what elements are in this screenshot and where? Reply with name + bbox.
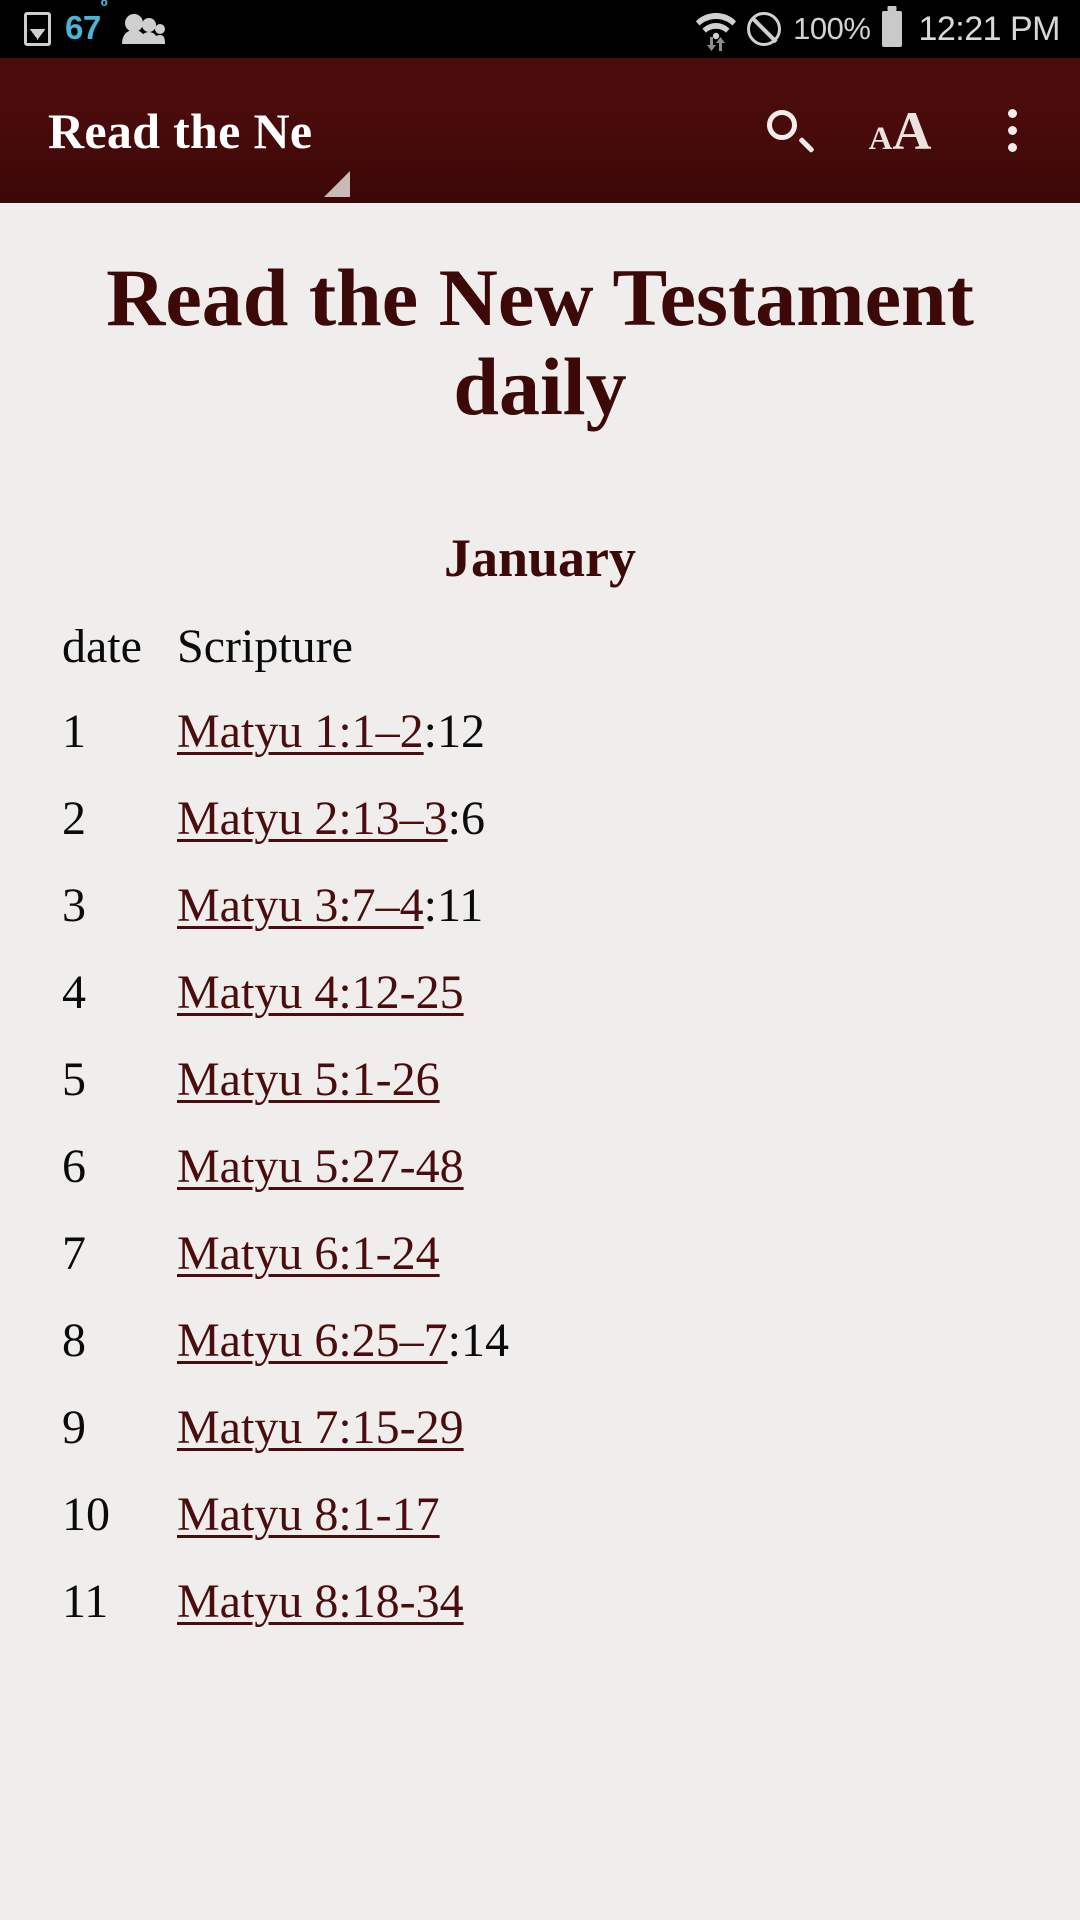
column-header-scripture: Scripture (177, 619, 353, 673)
table-row: 6 Matyu 5:27-48 (62, 1139, 509, 1226)
scripture-tail: :12 (423, 704, 485, 758)
scripture-link[interactable]: Matyu 5:27-48 (177, 1140, 464, 1193)
table-row: 10 Matyu 8:1-17 (62, 1487, 509, 1574)
table-row: 2 Matyu 2:13–3:6 (62, 791, 509, 878)
table-row: 4 Matyu 4:12-25 (62, 965, 509, 1052)
text-size-icon: AA (869, 104, 932, 158)
scripture-link[interactable]: Matyu 3:7–4 (177, 879, 424, 932)
table-row: 11 Matyu 8:18-34 (62, 1574, 509, 1661)
text-size-small-a: A (868, 120, 893, 157)
table-body: 1 Matyu 1:1–2:12 2 Matyu 2:13–3:6 3 Matyu 3:7… (62, 704, 509, 1661)
cell-date: 5 (62, 1052, 86, 1106)
search-button[interactable] (756, 99, 820, 163)
reading-schedule-table: date Scripture 1 Matyu 1:1–2:12 2 Matyu 2:1… (62, 619, 509, 1661)
cell-scripture: Matyu 4:12-25 (177, 965, 509, 1052)
search-icon (765, 108, 811, 154)
table-row: 9 Matyu 7:15-29 (62, 1400, 509, 1487)
page-title: Read the New Testament daily (106, 252, 974, 433)
cell-scripture: Matyu 6:1-24 (177, 1226, 509, 1313)
page-content: Read the New Testament daily January dat… (0, 203, 1080, 1920)
cell-date: 10 (62, 1487, 110, 1541)
text-size-button[interactable]: AA (868, 99, 932, 163)
cell-scripture: Matyu 5:27-48 (177, 1139, 509, 1226)
cell-scripture: Matyu 7:15-29 (177, 1400, 509, 1487)
status-bar: 67º 100% 12:21 PM (0, 0, 1080, 58)
cell-date: 6 (62, 1139, 86, 1193)
app-title: Read the Ne (48, 102, 313, 159)
cell-date: 7 (62, 1226, 86, 1280)
temperature-value: 67 (65, 9, 101, 46)
cell-scripture: Matyu 8:18-34 (177, 1574, 509, 1661)
cell-scripture: Matyu 5:1-26 (177, 1052, 509, 1139)
people-icon (121, 13, 166, 45)
table-row: 8 Matyu 6:25–7:14 (62, 1313, 509, 1400)
cell-scripture: Matyu 3:7–4:11 (177, 878, 509, 965)
cell-scripture: Matyu 6:25–7:14 (177, 1313, 509, 1400)
table-row: 7 Matyu 6:1-24 (62, 1226, 509, 1313)
month-heading: January (443, 527, 637, 588)
title-overflow-marker-icon (324, 171, 350, 197)
table-row: 5 Matyu 5:1-26 (62, 1052, 509, 1139)
status-bar-right: 100% 12:21 PM (695, 9, 1060, 51)
clock-label: 12:21 PM (918, 9, 1060, 48)
table-header-row: date Scripture (62, 619, 509, 704)
temperature-indicator: 67º (65, 0, 108, 47)
table-row: 1 Matyu 1:1–2:12 (62, 704, 509, 791)
cell-scripture: Matyu 1:1–2:12 (177, 704, 509, 791)
scripture-link[interactable]: Matyu 6:25–7 (177, 1314, 448, 1367)
status-bar-left: 67º (24, 0, 166, 48)
app-bar-actions: AA (756, 99, 1054, 163)
scripture-tail: :6 (447, 791, 485, 845)
wifi-icon (695, 9, 737, 51)
overflow-menu-button[interactable] (980, 99, 1044, 163)
gallery-icon (24, 12, 51, 46)
temperature-unit: º (100, 0, 108, 18)
scripture-tail: :11 (423, 878, 484, 932)
scripture-link[interactable]: Matyu 5:1-26 (177, 1053, 440, 1106)
cell-scripture: Matyu 8:1-17 (177, 1487, 509, 1574)
text-size-big-a: A (892, 100, 932, 161)
more-vertical-icon (1007, 109, 1017, 152)
cell-date: 9 (62, 1400, 86, 1454)
scripture-link[interactable]: Matyu 7:15-29 (177, 1401, 464, 1454)
battery-icon (882, 11, 903, 47)
cell-date: 8 (62, 1313, 86, 1367)
cell-scripture: Matyu 2:13–3:6 (177, 791, 509, 878)
scripture-link[interactable]: Matyu 8:18-34 (177, 1575, 464, 1628)
cell-date: 2 (62, 791, 86, 845)
scripture-link[interactable]: Matyu 2:13–3 (177, 792, 448, 845)
table-row: 3 Matyu 3:7–4:11 (62, 878, 509, 965)
table-head: date Scripture (62, 619, 509, 704)
app-bar: Read the Ne AA (0, 58, 1080, 203)
column-header-date: date (62, 619, 142, 673)
scripture-link[interactable]: Matyu 8:1-17 (177, 1488, 440, 1541)
battery-percent-label: 100% (793, 11, 871, 46)
cell-date: 11 (62, 1574, 109, 1628)
scripture-link[interactable]: Matyu 4:12-25 (177, 966, 464, 1019)
cell-date: 4 (62, 965, 86, 1019)
do-not-disturb-icon (747, 12, 782, 46)
cell-date: 1 (62, 704, 86, 758)
scripture-link[interactable]: Matyu 6:1-24 (177, 1227, 440, 1280)
scripture-tail: :14 (447, 1313, 509, 1367)
cell-date: 3 (62, 878, 86, 932)
scripture-link[interactable]: Matyu 1:1–2 (177, 705, 424, 758)
